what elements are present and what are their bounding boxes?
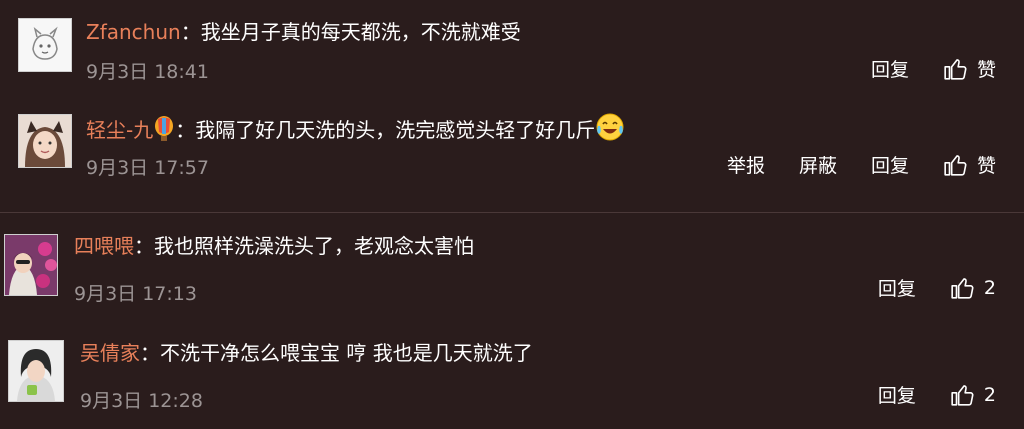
girl-avatar-image <box>19 115 71 167</box>
woman-flowers-avatar-image <box>5 235 57 295</box>
timestamp: 9月3日 12:28 <box>80 390 203 412</box>
like-label: 赞 <box>976 59 996 81</box>
block-button[interactable]: 屏蔽 <box>799 151 837 178</box>
like-count: 2 <box>983 276 996 299</box>
laugh-cry-emoji-icon <box>596 113 624 141</box>
username-link[interactable]: Zfanchun <box>86 20 181 44</box>
comment-text: 我隔了好几天洗的头，洗完感觉头轻了好几斤 <box>195 118 596 142</box>
timestamp: 9月3日 18:41 <box>86 61 209 83</box>
thumbs-up-icon <box>944 58 967 80</box>
thumbs-up-icon <box>951 384 974 406</box>
username-link[interactable]: 吴倩家 <box>80 341 140 365</box>
reply-button[interactable]: 回复 <box>871 55 909 82</box>
section-divider <box>0 212 1024 213</box>
woman-avatar-image <box>9 341 63 401</box>
comment-line: 轻尘-九 ：我隔了好几天洗的头，洗完感觉头轻了好几斤 <box>86 112 625 144</box>
comment-actions: 回复 赞 <box>871 55 996 82</box>
separator: ： <box>175 118 196 142</box>
username-link[interactable]: 四喂喂 <box>74 234 134 258</box>
separator: ： <box>140 341 160 365</box>
comment-text: 我也照样洗澡洗头了，老观念太害怕 <box>154 234 474 258</box>
comment-actions: 举报 屏蔽 回复 赞 <box>727 151 996 178</box>
username-link[interactable]: 轻尘-九 <box>86 118 153 142</box>
like-button[interactable]: 2 <box>950 382 996 408</box>
comment-text: 我坐月子真的每天都洗，不洗就难受 <box>200 20 521 44</box>
thumbs-up-icon <box>944 154 967 176</box>
like-button[interactable]: 赞 <box>943 55 996 82</box>
comment-actions: 回复 2 <box>878 274 996 301</box>
thumbs-up-icon <box>951 277 974 299</box>
reply-button[interactable]: 回复 <box>871 151 909 178</box>
avatar[interactable] <box>18 18 72 72</box>
reply-button[interactable]: 回复 <box>878 274 916 301</box>
timestamp: 9月3日 17:57 <box>86 157 209 179</box>
comment-actions: 回复 2 <box>878 381 996 408</box>
like-count: 2 <box>983 383 996 406</box>
avatar[interactable] <box>8 340 64 402</box>
separator: ： <box>134 234 154 258</box>
comment-line: 吴倩家：不洗干净怎么喂宝宝 哼 我也是几天就洗了 <box>80 339 533 367</box>
comment-text: 不洗干净怎么喂宝宝 哼 我也是几天就洗了 <box>160 341 533 365</box>
comment-line: Zfanchun：我坐月子真的每天都洗，不洗就难受 <box>86 18 521 46</box>
doodle-avatar-image <box>19 19 71 71</box>
balloon-badge-icon <box>155 116 174 141</box>
timestamp: 9月3日 17:13 <box>74 283 197 305</box>
report-button[interactable]: 举报 <box>727 151 765 178</box>
like-button[interactable]: 赞 <box>943 151 996 178</box>
like-label: 赞 <box>976 155 996 177</box>
like-button[interactable]: 2 <box>950 275 996 301</box>
separator: ： <box>180 20 201 44</box>
avatar[interactable] <box>18 114 72 168</box>
comment-line: 四喂喂：我也照样洗澡洗头了，老观念太害怕 <box>74 232 474 260</box>
avatar[interactable] <box>4 234 58 296</box>
reply-button[interactable]: 回复 <box>878 381 916 408</box>
